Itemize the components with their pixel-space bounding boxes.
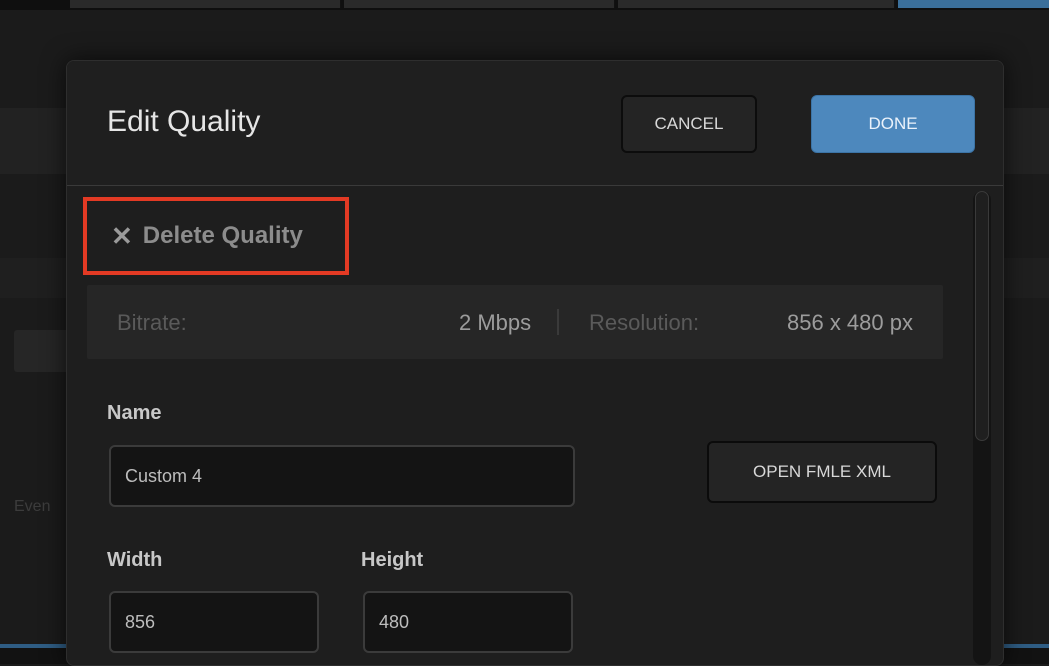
summary-divider [557,309,559,335]
done-button[interactable]: DONE [811,95,975,153]
name-field-label: Name [107,402,162,424]
background-tab [344,0,615,8]
bitrate-value: 2 Mbps [459,310,532,335]
resolution-label: Resolution: [589,310,700,335]
background-toolbar [0,0,1049,10]
height-field-label: Height [361,549,424,571]
background-tab [70,0,341,8]
width-field-label: Width [107,549,163,571]
edit-quality-dialog: Edit Quality CANCEL DONE ✕ Delete Qualit… [66,60,1004,666]
name-input[interactable]: Custom 4 [109,445,575,507]
background-tab [618,0,895,8]
dialog-header: Edit Quality CANCEL DONE [67,61,1003,186]
height-input[interactable]: 480 [363,591,573,653]
close-icon: ✕ [111,220,133,251]
resolution-value: 856 x 480 px [787,310,913,335]
background-active-tab [898,0,1049,8]
dialog-title: Edit Quality [107,105,261,138]
bitrate-label: Bitrate: [117,310,187,335]
background-text: Even [14,498,51,515]
delete-quality-label: Delete Quality [142,222,303,249]
width-input[interactable]: 856 [109,591,319,653]
cancel-button[interactable]: CANCEL [621,95,757,153]
dialog-scrollbar[interactable] [973,191,991,665]
delete-quality-button[interactable]: ✕ Delete Quality [83,197,349,275]
open-fmle-xml-button[interactable]: OPEN FMLE XML [707,441,937,503]
background-control [14,330,74,372]
quality-summary-bar: Bitrate: 2 Mbps Resolution: 856 x 480 px [87,285,943,359]
scrollbar-thumb[interactable] [975,191,989,441]
